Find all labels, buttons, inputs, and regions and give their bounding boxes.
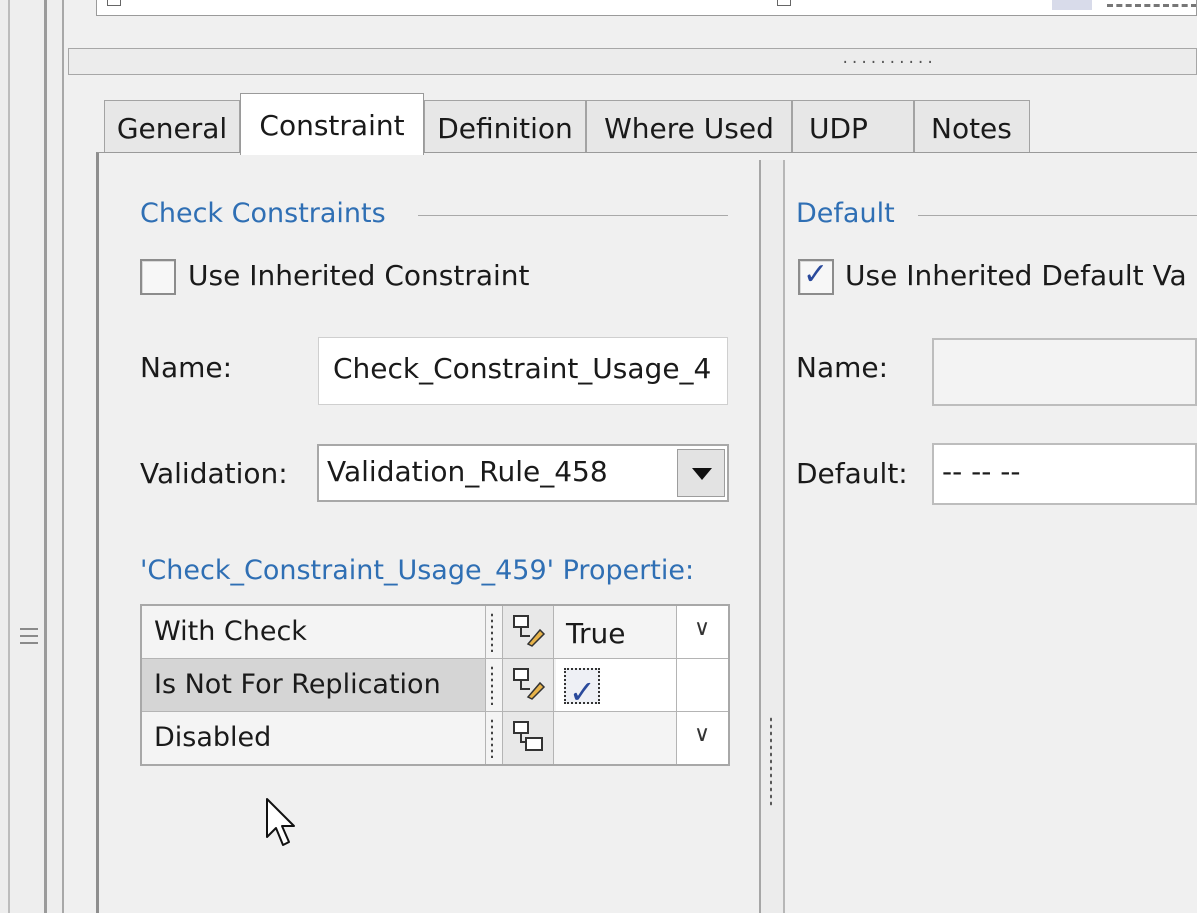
property-row-disabled[interactable]: Disabled ∨ [142,712,728,765]
use-inherited-default-label: Use Inherited Default Va [845,259,1187,292]
chevron-down-icon: ∨ [694,722,711,747]
constraint-name-field[interactable]: Check_Constraint_Usage_4 [318,337,728,405]
property-button-cell [676,659,728,711]
cut-off-text [1107,4,1196,7]
table-icon [777,0,791,6]
vertical-splitter[interactable] [759,160,785,913]
name-label: Name: [140,351,233,384]
validation-label: Validation: [140,457,288,490]
property-name: Is Not For Replication [142,659,486,711]
dock-border [62,0,64,913]
property-name: With Check [142,606,486,658]
validation-select-value: Validation_Rule_458 [327,455,608,488]
property-value-cell[interactable]: ✓ [556,659,676,711]
validation-select[interactable]: Validation_Rule_458 [317,444,729,502]
tab-udp[interactable]: UDP [792,100,914,152]
dropdown-arrow-icon[interactable] [677,449,725,497]
dock-border [8,0,10,913]
check-constraints-title: Check Constraints [140,198,386,229]
splitter-grip-icon: ·········· [841,55,936,71]
tab-constraint[interactable]: Constraint [240,93,424,155]
edit-property-icon[interactable] [502,606,554,658]
section-divider [418,215,728,216]
property-dropdown-button[interactable]: ∨ [676,712,728,764]
use-inherited-constraint-label: Use Inherited Constraint [188,259,530,292]
tab-where-used[interactable]: Where Used [586,100,792,152]
color-swatch [1052,0,1092,10]
splitter-grip-icon [769,716,773,806]
not-for-replication-checkbox[interactable]: ✓ [564,668,600,711]
use-inherited-default-checkbox[interactable]: ✓ [798,257,834,295]
chevron-down-icon: ∨ [694,616,711,641]
property-value[interactable] [556,712,676,764]
edit-property-icon[interactable] [502,659,554,711]
default-label: Default: [796,457,908,490]
left-dock-strip [0,0,64,913]
top-pane-remnant [96,0,1197,16]
inherited-property-icon[interactable] [502,712,554,764]
tab-definition[interactable]: Definition [424,100,586,152]
checkmark-icon: ✓ [803,257,829,292]
table-icon [107,0,121,6]
default-name-label: Name: [796,351,889,384]
horizontal-splitter[interactable]: ·········· [68,48,1197,75]
default-name-field[interactable] [932,338,1197,406]
default-value-field[interactable]: -- -- -- [932,443,1197,505]
property-value[interactable]: True [556,606,676,658]
section-divider [918,215,1197,216]
dock-border [44,0,47,913]
column-grip-icon[interactable] [490,612,494,652]
mouse-cursor-icon [266,798,295,846]
tab-general[interactable]: General [104,100,240,152]
tab-notes[interactable]: Notes [914,100,1030,152]
use-inherited-constraint-checkbox[interactable] [140,259,176,295]
properties-title: 'Check_Constraint_Usage_459' Propertie: [140,555,695,586]
default-title: Default [796,198,895,229]
dock-grip-icon[interactable] [20,628,38,648]
property-row-not-for-replication[interactable]: Is Not For Replication ✓ [142,659,728,712]
column-grip-icon[interactable] [490,718,494,758]
properties-grid: With Check True ∨ Is Not For Replication… [140,604,730,766]
property-name: Disabled [142,712,486,764]
property-row-with-check[interactable]: With Check True ∨ [142,606,728,659]
property-dropdown-button[interactable]: ∨ [676,606,728,658]
column-grip-icon[interactable] [490,665,494,705]
